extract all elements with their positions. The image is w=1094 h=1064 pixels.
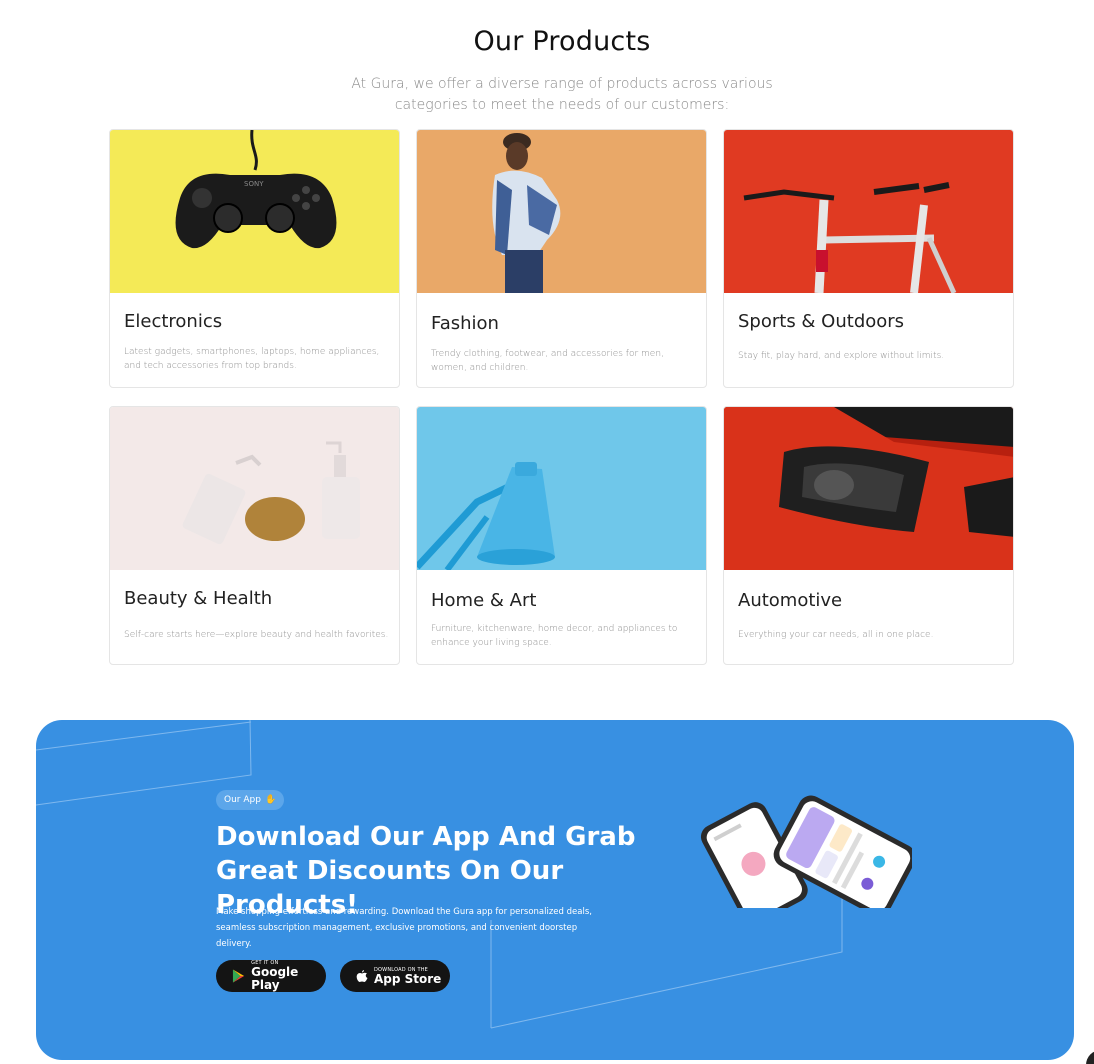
app-download-banner: Our App ✋ Download Our App And Grab Grea… [36, 720, 1074, 1060]
fashion-model-image [417, 130, 706, 293]
bicycle-image [724, 130, 1013, 293]
card-title: Automotive [738, 590, 843, 611]
desk-lamp-image [417, 407, 706, 570]
game-controller-image: SONY [110, 130, 399, 293]
card-description: Furniture, kitchenware, home decor, and … [431, 624, 678, 648]
section-subtitle: At Gura, we offer a diverse range of pro… [351, 76, 773, 113]
badge-label: Our App [224, 795, 261, 805]
product-card-sports-outdoors[interactable]: Sports & Outdoors Stay fit, play hard, a… [723, 129, 1014, 388]
card-description: Everything your car needs, all in one pl… [738, 630, 934, 640]
product-card-automotive[interactable]: Automotive Everything your car needs, al… [723, 406, 1014, 665]
app-phones-illustration [700, 795, 912, 908]
apple-icon [356, 970, 368, 982]
our-app-badge: Our App ✋ [216, 790, 285, 810]
app-store-button[interactable]: DOWNLOAD ON THE App Store [340, 960, 450, 992]
section-title: Our Products [473, 26, 651, 57]
cosmetics-bottles-image [110, 407, 399, 570]
product-card-fashion[interactable]: Fashion Trendy clothing, footwear, and a… [416, 129, 707, 388]
card-title: Sports & Outdoors [738, 311, 905, 332]
card-description: Stay fit, play hard, and explore without… [738, 351, 945, 361]
card-description: Trendy clothing, footwear, and accessori… [431, 349, 664, 373]
google-play-label: Google Play [251, 965, 299, 992]
card-description: Self-care starts here—explore beauty and… [124, 630, 389, 640]
banner-description: Make shopping effortless and rewarding. … [216, 907, 592, 949]
product-card-home-art[interactable]: Home & Art Furniture, kitchenware, home … [416, 406, 707, 665]
floating-chat-button[interactable] [1086, 1050, 1094, 1064]
google-play-icon [232, 969, 245, 983]
car-headlight-image [724, 407, 1013, 570]
app-store-label: App Store [374, 971, 442, 986]
card-title: Home & Art [431, 590, 537, 611]
google-play-button[interactable]: GET IT ON Google Play [216, 960, 326, 992]
hand-wave-icon: ✋ [264, 795, 277, 805]
card-title: Electronics [124, 311, 223, 332]
card-title: Fashion [431, 313, 499, 334]
product-card-beauty-health[interactable]: Beauty & Health Self-care starts here—ex… [109, 406, 400, 665]
product-card-electronics[interactable]: SONY Electronics Latest gadgets, smartph… [109, 129, 400, 388]
card-title: Beauty & Health [124, 588, 273, 609]
svg-text:SONY: SONY [244, 180, 264, 188]
card-description: Latest gadgets, smartphones, laptops, ho… [124, 347, 380, 371]
